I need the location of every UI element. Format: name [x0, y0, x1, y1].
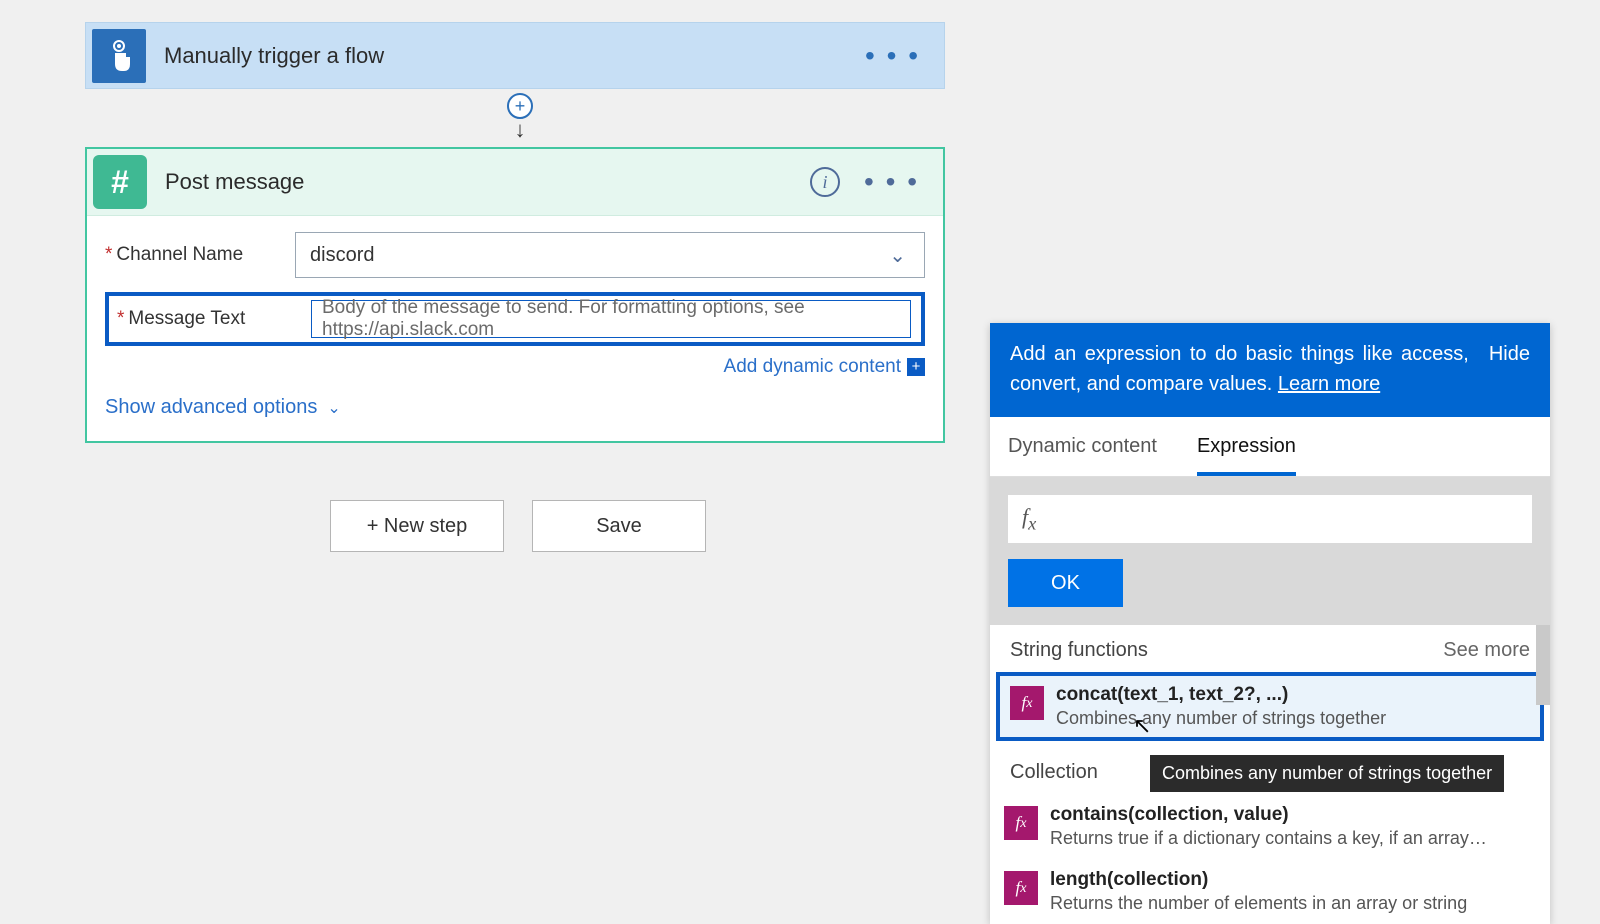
function-length[interactable]: fx length(collection) Returns the number… — [990, 859, 1550, 924]
category-string-functions: String functions See more — [990, 625, 1550, 672]
info-icon[interactable]: i — [810, 167, 840, 197]
function-signature: concat(text_1, text_2?, ...) — [1056, 684, 1386, 706]
chevron-down-icon: ⌄ — [327, 400, 340, 417]
plus-icon: + — [907, 358, 925, 376]
panel-header: Add an expression to do basic things lik… — [990, 323, 1550, 417]
channel-value: discord — [310, 244, 374, 267]
tab-expression[interactable]: Expression — [1197, 417, 1296, 476]
see-more-link[interactable]: See more — [1443, 639, 1530, 662]
action-card: # Post message i • • • *Channel Name dis… — [85, 147, 945, 443]
tab-dynamic-content[interactable]: Dynamic content — [1008, 417, 1157, 476]
function-list[interactable]: String functions See more fx concat(text… — [990, 625, 1550, 924]
connector: + ↓ — [505, 89, 535, 144]
message-input[interactable]: Body of the message to send. For formatt… — [311, 300, 911, 338]
tooltip: Combines any number of strings together — [1150, 755, 1504, 792]
function-signature: length(collection) — [1050, 869, 1467, 891]
function-signature: contains(collection, value) — [1050, 804, 1490, 826]
trigger-more-menu[interactable]: • • • — [865, 40, 920, 72]
action-title: Post message — [165, 169, 304, 195]
manual-trigger-icon — [92, 29, 146, 83]
channel-select[interactable]: discord ⌄ — [295, 232, 925, 278]
action-body: *Channel Name discord ⌄ *Message Text Bo… — [87, 216, 943, 441]
trigger-title: Manually trigger a flow — [164, 43, 384, 69]
panel-intro: Add an expression to do basic things lik… — [1010, 339, 1469, 399]
function-text: length(collection) Returns the number of… — [1050, 869, 1467, 914]
message-row: *Message Text Body of the message to sen… — [105, 292, 925, 346]
expression-area: fx OK — [990, 477, 1550, 625]
add-dynamic-content-link[interactable]: Add dynamic content+ — [105, 356, 925, 378]
trigger-card[interactable]: Manually trigger a flow • • • — [85, 22, 945, 89]
scrollbar[interactable] — [1536, 625, 1550, 705]
button-row: + New step Save — [330, 500, 706, 552]
add-step-plus-icon[interactable]: + — [507, 93, 533, 119]
function-description: Returns true if a dictionary contains a … — [1050, 828, 1490, 849]
function-description: Returns the number of elements in an arr… — [1050, 893, 1467, 914]
chevron-down-icon: ⌄ — [889, 243, 906, 268]
action-more-menu[interactable]: • • • — [864, 166, 919, 198]
hide-button[interactable]: Hide — [1489, 339, 1530, 399]
expression-input[interactable]: fx — [1008, 495, 1532, 543]
action-header[interactable]: # Post message i • • • — [87, 149, 943, 216]
slack-hash-icon: # — [93, 155, 147, 209]
arrow-down-icon: ↓ — [515, 117, 526, 143]
function-text: contains(collection, value) Returns true… — [1050, 804, 1490, 849]
learn-more-link[interactable]: Learn more — [1278, 373, 1380, 395]
channel-row: *Channel Name discord ⌄ — [105, 232, 925, 278]
function-text: concat(text_1, text_2?, ...) Combines an… — [1056, 684, 1386, 729]
function-contains[interactable]: fx contains(collection, value) Returns t… — [990, 794, 1550, 859]
function-description: Combines any number of strings together — [1056, 708, 1386, 729]
fx-icon: fx — [1022, 504, 1036, 534]
ok-button[interactable]: OK — [1008, 559, 1123, 607]
message-label: *Message Text — [117, 308, 307, 330]
channel-label: *Channel Name — [105, 244, 295, 266]
save-button[interactable]: Save — [532, 500, 706, 552]
expression-panel: Add an expression to do basic things lik… — [990, 323, 1550, 924]
fx-icon: fx — [1004, 806, 1038, 840]
fx-icon: fx — [1010, 686, 1044, 720]
new-step-button[interactable]: + New step — [330, 500, 504, 552]
show-advanced-link[interactable]: Show advanced options⌄ — [105, 396, 925, 419]
panel-tabs: Dynamic content Expression — [990, 417, 1550, 477]
function-concat[interactable]: fx concat(text_1, text_2?, ...) Combines… — [996, 672, 1544, 741]
